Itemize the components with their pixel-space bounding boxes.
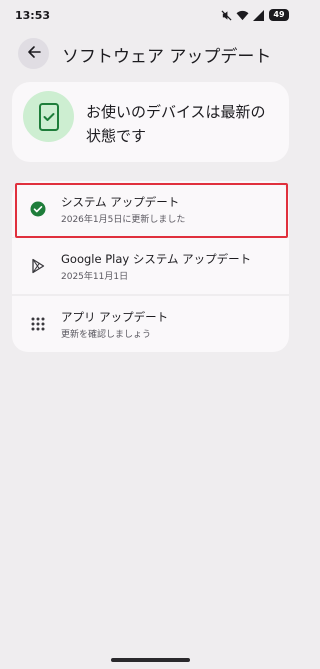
wifi-icon — [236, 10, 249, 21]
mute-icon — [221, 9, 232, 21]
status-card: お使いのデバイスは最新の状態です — [12, 82, 289, 162]
check-circle-icon — [30, 201, 46, 217]
google-play-icon — [30, 258, 46, 274]
system-update-item[interactable]: システム アップデート 2026年1月5日に更新しました — [12, 181, 289, 237]
item-title: システム アップデート — [61, 195, 180, 209]
page-title: ソフトウェア アップデート — [62, 47, 272, 67]
status-message: お使いのデバイスは最新の状態です — [86, 103, 266, 145]
app-update-item[interactable]: アプリ アップデート 更新を確認しましょう — [12, 296, 289, 352]
item-title: Google Play システム アップデート — [61, 252, 252, 266]
status-bar: 13:53 49 — [0, 0, 301, 32]
item-subtitle: 更新を確認しましょう — [61, 330, 152, 340]
home-indicator[interactable] — [111, 658, 190, 662]
status-time: 13:53 — [15, 9, 51, 22]
update-list: システム アップデート 2026年1月5日に更新しました Google Play… — [12, 181, 289, 352]
signal-icon — [253, 9, 265, 21]
back-button[interactable] — [18, 38, 49, 69]
screen: 13:53 49 ソフトウェア アップデート お使いのデバイスは最新の状態です … — [0, 0, 301, 669]
google-play-system-update-item[interactable]: Google Play システム アップデート 2025年11月1日 — [12, 238, 289, 294]
phone-check-icon — [23, 91, 74, 142]
item-subtitle: 2026年1月5日に更新しました — [61, 215, 186, 225]
apps-grid-icon — [30, 316, 46, 332]
back-arrow-icon — [27, 44, 41, 63]
header: ソフトウェア アップデート — [0, 37, 301, 71]
battery-icon: 49 — [269, 9, 289, 21]
item-subtitle: 2025年11月1日 — [61, 272, 129, 282]
status-icons: 49 — [221, 9, 289, 21]
item-title: アプリ アップデート — [61, 310, 169, 324]
